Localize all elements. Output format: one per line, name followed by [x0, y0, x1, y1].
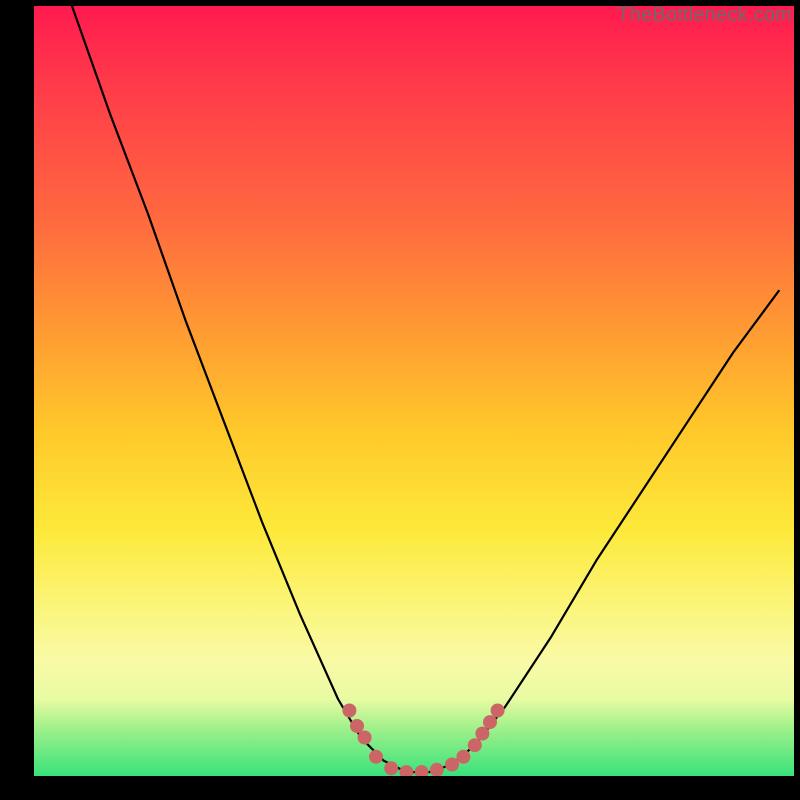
chart-svg	[34, 6, 794, 776]
highlight-dot	[445, 758, 459, 772]
highlight-dot	[430, 763, 444, 776]
highlight-dot	[369, 750, 383, 764]
highlight-dot	[384, 761, 398, 775]
highlight-dot	[483, 715, 497, 729]
highlight-dots	[342, 704, 504, 777]
bottleneck-curve	[72, 6, 779, 772]
highlight-dot	[475, 727, 489, 741]
highlight-dot	[399, 765, 413, 776]
highlight-dot	[468, 738, 482, 752]
plot-area	[34, 6, 794, 776]
highlight-dot	[342, 704, 356, 718]
highlight-dot	[415, 765, 429, 776]
highlight-dot	[350, 719, 364, 733]
highlight-dot	[456, 750, 470, 764]
chart-frame: TheBottleneck.com	[0, 0, 800, 800]
highlight-dot	[491, 704, 505, 718]
highlight-dot	[358, 731, 372, 745]
